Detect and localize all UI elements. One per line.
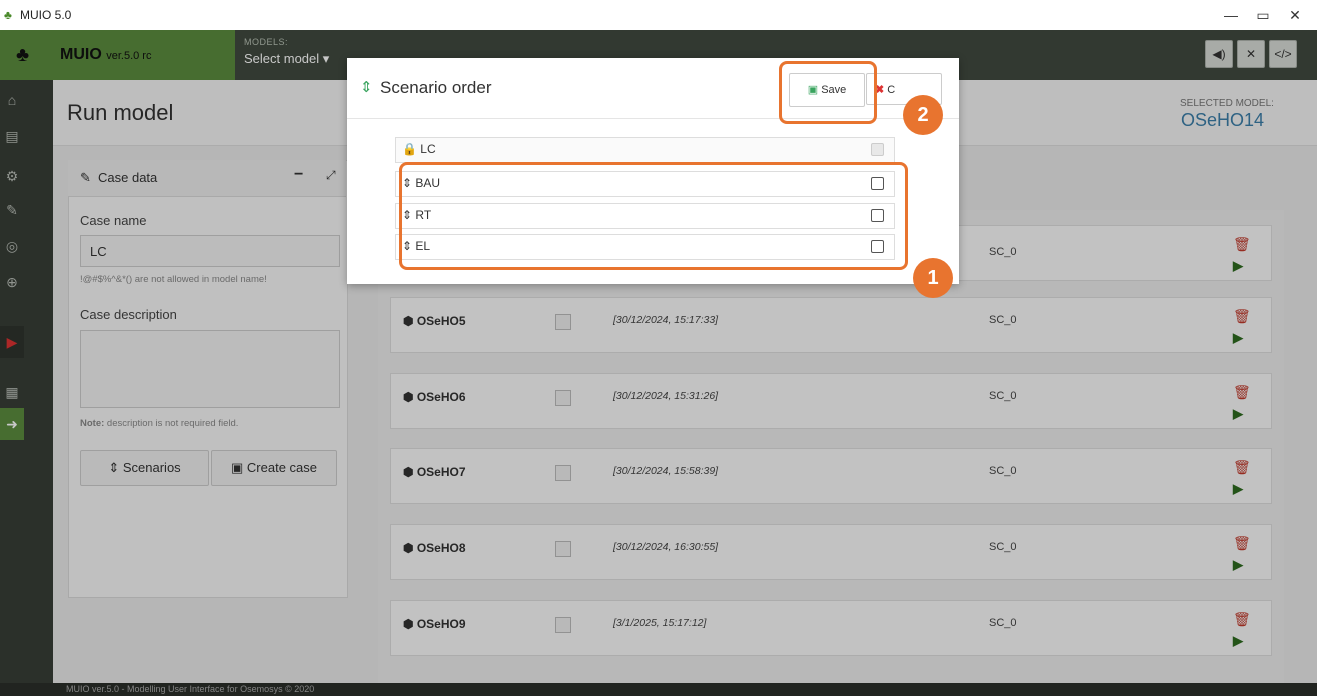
close-window-button[interactable]: ✕ (1283, 4, 1307, 26)
maximize-button[interactable]: ▭ (1251, 4, 1275, 26)
sort-icon: ⇕ (360, 79, 373, 96)
modal-title: Scenario order (380, 78, 492, 97)
minimize-button[interactable]: — (1219, 4, 1243, 26)
scenario-checkbox (871, 143, 884, 156)
window-titlebar: ♣ MUIO 5.0 — ▭ ✕ (0, 0, 1317, 30)
annotation-badge-2: 2 (903, 95, 943, 135)
app-logo-icon: ♣ (4, 8, 12, 22)
annotation-badge-1: 1 (913, 258, 953, 298)
highlight-save-box (779, 61, 877, 124)
highlight-scenarios-box (399, 162, 908, 270)
lock-icon: 🔒 (402, 142, 417, 156)
scenario-item-locked: 🔒 LC (395, 137, 895, 163)
scenario-label: 🔒 LC (402, 142, 436, 156)
window-title: MUIO 5.0 (20, 8, 72, 22)
